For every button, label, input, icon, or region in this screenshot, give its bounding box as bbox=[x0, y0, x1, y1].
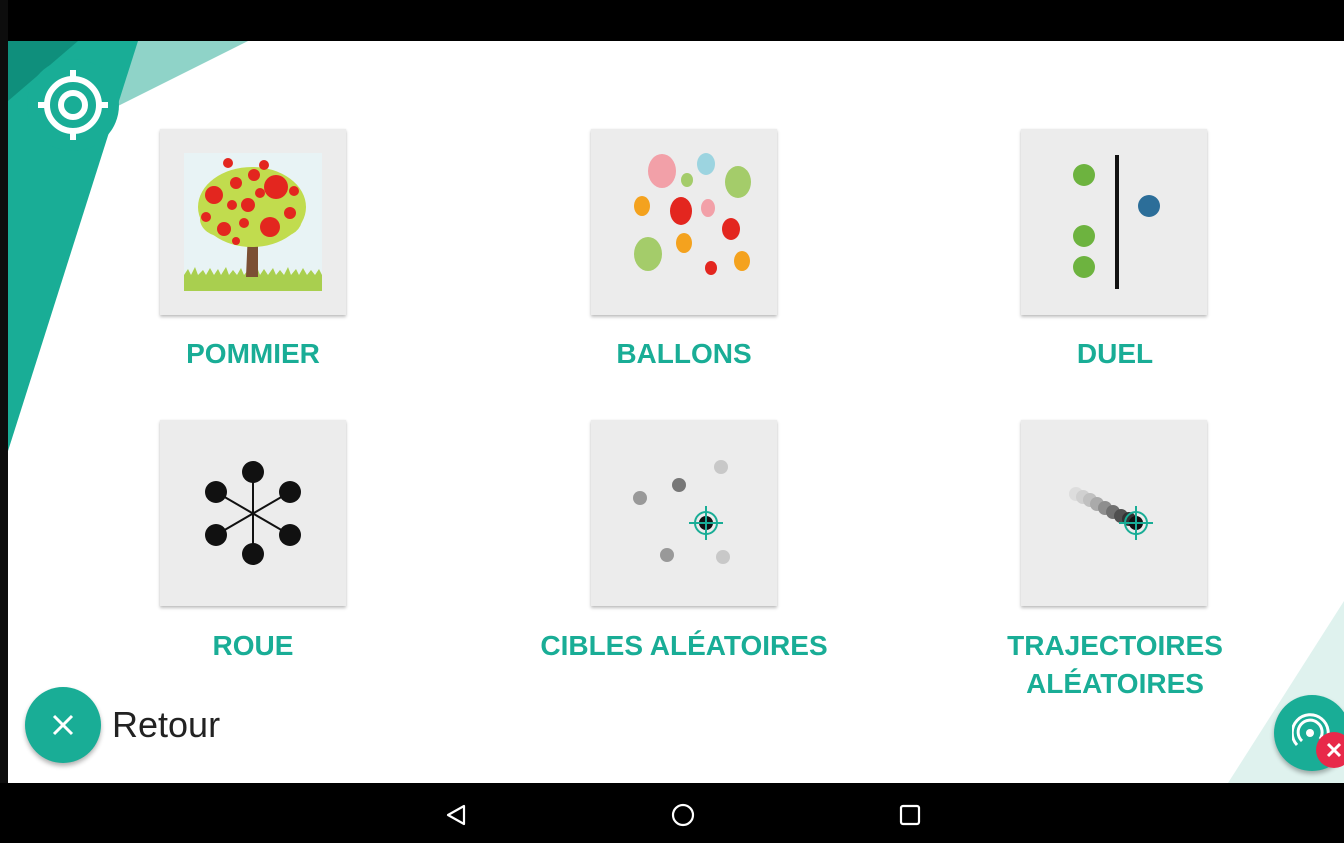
apple-tree-icon bbox=[184, 153, 322, 291]
random-trajectories-icon bbox=[1069, 487, 1153, 540]
game-label-cibles-aleatoires: CIBLES ALÉATOIRES bbox=[540, 630, 828, 661]
game-label-trajectoires-aleatoires: TRAJECTOIRES ALÉATOIRES bbox=[1007, 630, 1223, 699]
game-label-roue: ROUE bbox=[212, 630, 294, 661]
wheel-icon bbox=[205, 461, 301, 565]
navigation-bar bbox=[0, 783, 1344, 843]
random-targets-icon bbox=[633, 460, 730, 564]
game-tile-cibles-aleatoires[interactable] bbox=[591, 420, 777, 606]
back-button-label[interactable]: Retour bbox=[112, 703, 220, 747]
game-tile-ballons[interactable] bbox=[591, 129, 777, 315]
game-tile-trajectoires-aleatoires[interactable] bbox=[1021, 420, 1207, 606]
balloons-icon bbox=[634, 153, 751, 275]
game-label-pommier: POMMIER bbox=[186, 338, 320, 369]
nav-recents-button[interactable] bbox=[896, 801, 924, 829]
nav-recents-icon bbox=[899, 804, 921, 826]
status-bar bbox=[0, 0, 1344, 41]
game-tile-duel[interactable] bbox=[1021, 129, 1207, 315]
screen-edge bbox=[0, 0, 8, 783]
close-icon bbox=[52, 714, 74, 736]
game-tile-pommier[interactable] bbox=[160, 129, 346, 315]
nav-home-button[interactable] bbox=[669, 801, 697, 829]
game-tile-roue[interactable] bbox=[160, 420, 346, 606]
app-window: POMMIER BALLONS DUEL ROUE CIBLES ALÉATOI… bbox=[8, 41, 1344, 783]
nav-home-icon bbox=[671, 803, 695, 827]
duel-icon bbox=[1073, 155, 1160, 289]
nav-back-icon bbox=[446, 804, 466, 826]
game-label-ballons: BALLONS bbox=[616, 338, 752, 369]
target-logo-icon bbox=[27, 59, 119, 151]
disabled-badge bbox=[1316, 732, 1344, 768]
nav-back-button[interactable] bbox=[442, 801, 470, 829]
game-label-duel: DUEL bbox=[1076, 338, 1154, 369]
back-button[interactable] bbox=[25, 687, 101, 763]
close-icon bbox=[1326, 742, 1342, 758]
